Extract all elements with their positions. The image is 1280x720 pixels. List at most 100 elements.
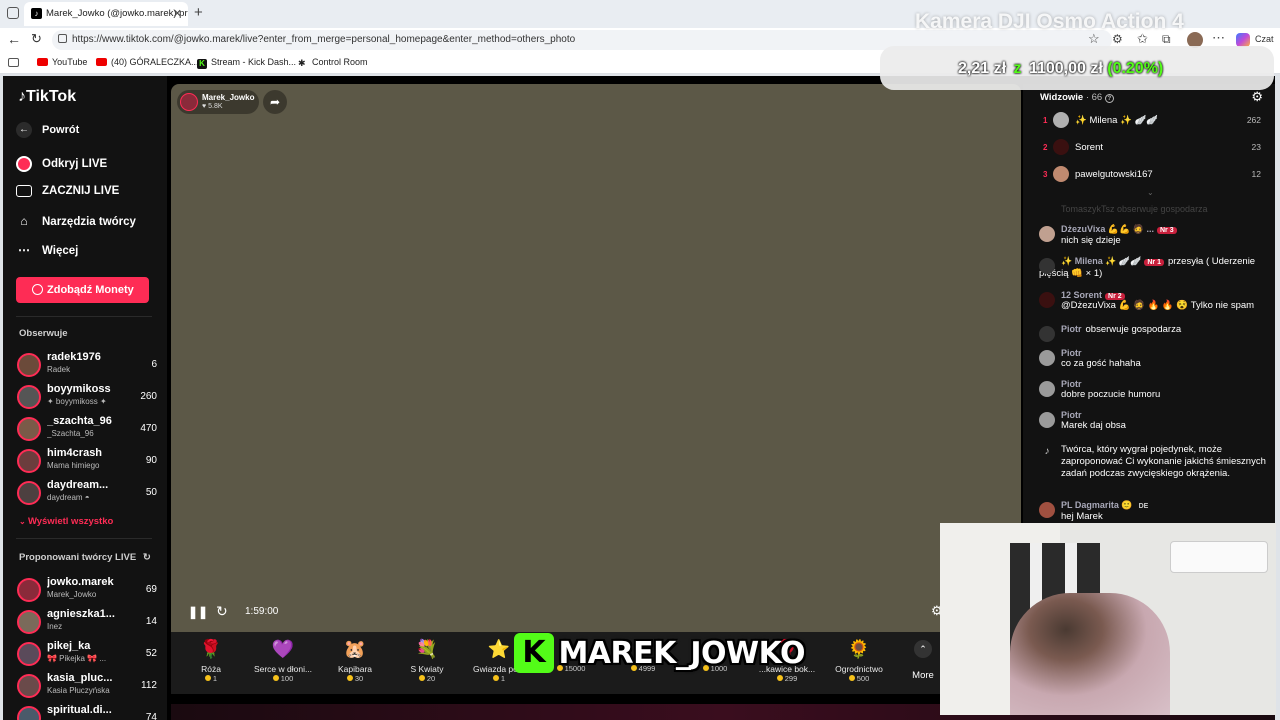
sunflower-icon: 🌻 [847, 639, 871, 659]
avatar [1039, 350, 1055, 366]
nav-more[interactable]: ⋯ Więcej [16, 243, 78, 265]
tiktok-logo[interactable]: ♪TikTok [18, 88, 76, 106]
collections-icon[interactable]: ⧉ [1162, 32, 1171, 47]
suggested-item[interactable]: spiritual.di... 74 [17, 704, 157, 720]
host-avatar [180, 93, 198, 111]
gift-icon [1039, 258, 1055, 274]
url-text: https://www.tiktok.com/@jowko.marek/live… [72, 34, 576, 45]
nav-creator-tools[interactable]: ⌂ Narzędzia twórcy [16, 214, 136, 236]
avatar [1039, 502, 1055, 518]
suggested-item[interactable]: kasia_pluc... Kasia Płuczyńska 112 [17, 672, 157, 700]
chat-settings-icon[interactable]: ⚙ [1251, 89, 1263, 105]
suggested-item[interactable]: pikej_ka 🎀 Pikejka 🎀 ... 52 [17, 640, 157, 668]
avatar [1039, 226, 1055, 242]
gift-item[interactable]: 🌹 Róża 1 [176, 636, 246, 692]
top-viewer-row[interactable]: 1 ✨ Milena ✨ 🪽🪽 262 [1037, 112, 1267, 134]
chevron-down-icon[interactable]: ⌄ [1147, 188, 1154, 197]
browser-tab[interactable]: ♪ Marek_Jowko (@jowko.marek) pro ✕ [24, 2, 188, 26]
following-item[interactable]: radek1976 Radek 6 [17, 351, 157, 379]
camera-title-overlay: Kamera DJI Osmo Action 4 [915, 10, 1184, 33]
chat-message: DżezuVixa 💪💪 🧔 ... Nr 3 nich się dzieje [1039, 224, 1269, 247]
refresh-stream-icon[interactable]: ↻ [216, 603, 228, 620]
avatar [17, 449, 41, 473]
follow-icon [1039, 326, 1055, 342]
following-item[interactable]: daydream... daydream ◓ 50 [17, 479, 157, 507]
pause-icon[interactable]: ❚❚ [188, 605, 208, 619]
bookmark-goraleczka[interactable]: (40) GÓRALECZKA... [96, 57, 199, 67]
top-viewer-row[interactable]: 2 Sorent 23 [1037, 139, 1267, 161]
copilot-icon[interactable] [1236, 33, 1250, 47]
gift-item[interactable]: 🌻 Ogrodnictwo 500 [824, 636, 894, 692]
rank-badge: Nr 1 [1144, 259, 1164, 266]
following-item[interactable]: _szachta_96 _Szachta_96 470 [17, 415, 157, 443]
show-all-link[interactable]: ⌄ Wyświetl wszystko [19, 516, 113, 527]
live-video-player[interactable]: Marek_Jowko ♥ 5.8K ➦ ❚❚ ↻ 1:59:00 ⚙ [171, 84, 1021, 632]
country-badge: DE [1138, 503, 1149, 510]
coin-icon [346, 675, 353, 681]
home-icon: ⌂ [20, 214, 28, 228]
reload-icon[interactable]: ↻ [31, 31, 42, 47]
kick-logo-icon: K [514, 633, 554, 673]
avatar [17, 674, 41, 698]
following-item[interactable]: boyymikoss ✦ boyymikoss ✦ 260 [17, 383, 157, 411]
tiktok-favicon-icon: ♪ [31, 8, 42, 19]
bookmark-youtube[interactable]: YouTube [37, 57, 87, 67]
get-coins-button[interactable]: Zdobądź Monety [16, 277, 149, 303]
chat-message: ✨ Milena ✨ 🪽🪽 Nr 1 przesyła ( Uderzenie pi… [1039, 256, 1256, 279]
bookmark-control-room[interactable]: ✱ Control Room [298, 57, 368, 68]
new-tab-icon[interactable]: + [194, 4, 203, 21]
chat-message: Piotr Marek daj obsa [1039, 410, 1269, 432]
avatar [17, 353, 41, 377]
stream-time: 1:59:00 [245, 606, 279, 617]
chat-label[interactable]: Czat [1255, 34, 1274, 44]
divider [16, 316, 152, 317]
gift-item[interactable]: 💐 S Kwiaty 20 [392, 636, 462, 692]
avatar [17, 385, 41, 409]
more-gifts-button[interactable]: ⌃ More [903, 640, 943, 681]
chevron-down-icon: ⌄ [19, 517, 28, 526]
more-menu-icon[interactable]: ⋯ [1212, 30, 1225, 46]
divider [16, 538, 152, 539]
avatar [1053, 139, 1069, 155]
workspaces-icon[interactable] [7, 7, 19, 19]
suggested-title: Proponowani twórcy LIVE ↻ [19, 552, 151, 563]
avatar [17, 642, 41, 666]
sidebar-toggle-icon[interactable] [8, 58, 19, 67]
chat-message: 12 Sorent Nr 2 @DżezuVixa 💪 🧔 🔥 🔥 😵 Tylko … [1039, 290, 1269, 312]
refresh-icon[interactable]: ↻ [143, 552, 151, 563]
capybara-icon: 🐹 [343, 639, 367, 659]
suggested-item[interactable]: agnieszka1... Inez 14 [17, 608, 157, 636]
close-tab-icon[interactable]: ✕ [173, 7, 182, 20]
avatar [1053, 112, 1069, 128]
youtube-icon [96, 58, 107, 66]
info-icon[interactable]: ? [1104, 94, 1114, 103]
extensions-icon[interactable]: ⚙ [1112, 32, 1123, 46]
person [1010, 593, 1170, 715]
host-chip[interactable]: Marek_Jowko ♥ 5.8K [177, 90, 259, 114]
coin-icon [492, 675, 499, 681]
avatar [17, 481, 41, 505]
back-link[interactable]: ← Powrót [16, 122, 79, 144]
host-name: Marek_Jowko [202, 93, 255, 102]
bookmark-kick-dashboard[interactable]: K Stream - Kick Dash... [197, 57, 296, 69]
gift-item[interactable]: 🐹 Kapibara 30 [320, 636, 390, 692]
kick-name-overlay: K MAREK_JOWKO [514, 633, 806, 679]
gift-item[interactable]: 💜 Serce w dłoni... 100 [248, 636, 318, 692]
nav-start-live[interactable]: ZACZNIJ LIVE [16, 185, 119, 207]
back-icon[interactable]: ← [7, 31, 21, 47]
dots-icon: ⋯ [18, 243, 30, 257]
avatar [1039, 381, 1055, 397]
share-icon[interactable]: ➦ [263, 90, 287, 114]
suggested-item[interactable]: jowko.marek Marek_Jowko 69 [17, 576, 157, 604]
following-item[interactable]: him4crash Mama himiego 90 [17, 447, 157, 475]
chat-message: PL Dagmarita 🙂 DE hej Marek [1039, 500, 1269, 523]
site-info-icon[interactable] [58, 34, 67, 43]
viewers-header[interactable]: Widzowie · 66 ? [1040, 92, 1114, 103]
top-viewer-row[interactable]: 3 pawelgutowski167 12 [1037, 166, 1267, 188]
coin-icon [204, 675, 211, 681]
avatar [1053, 166, 1069, 182]
air-conditioner [1170, 541, 1268, 573]
faded-chat-line: TomaszykTsz obserwuje gospodarza [1061, 204, 1208, 214]
chat-message: Piotr obserwuje gospodarza [1039, 324, 1269, 342]
nav-discover-live[interactable]: Odkryj LIVE [16, 156, 107, 178]
